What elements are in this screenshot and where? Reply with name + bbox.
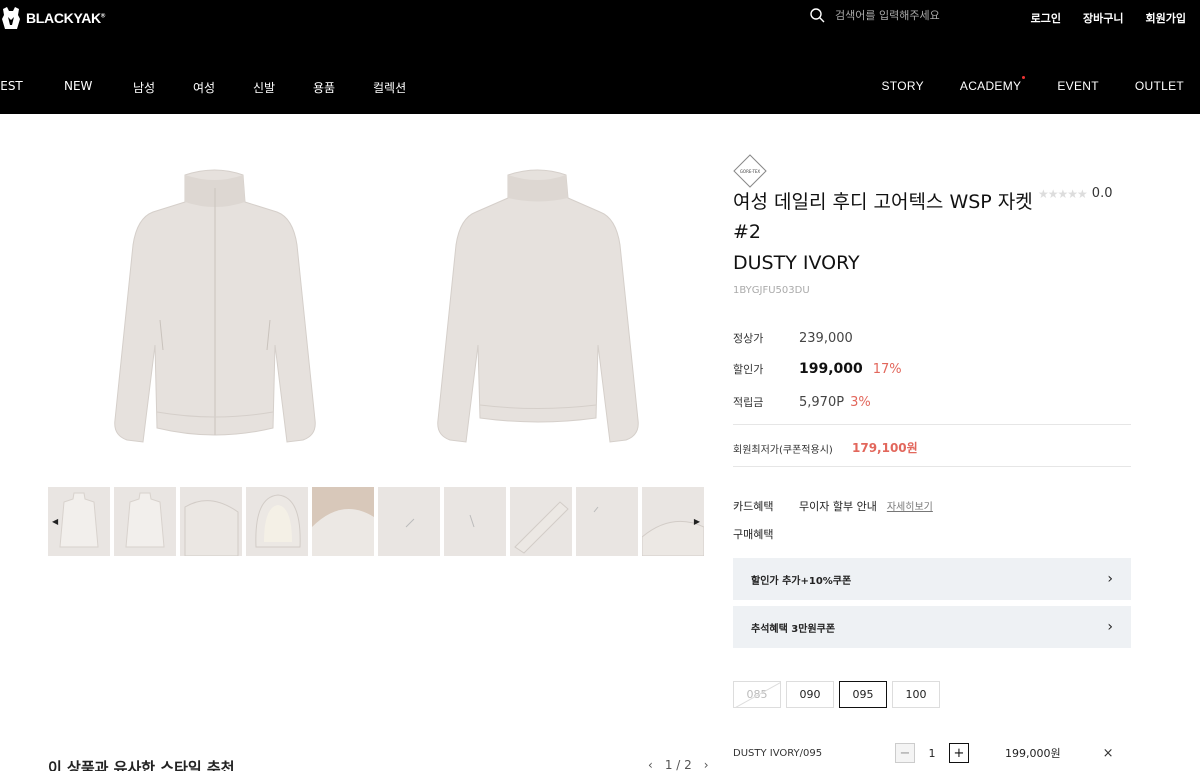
nav-outlet[interactable]: OUTLET [1135, 79, 1184, 93]
product-image-front[interactable] [65, 150, 385, 470]
pager-next-icon[interactable]: › [704, 758, 709, 771]
signup-link[interactable]: 회원가입 [1146, 10, 1186, 26]
thumbnail-3[interactable] [180, 487, 242, 556]
thumbnail-5[interactable] [312, 487, 374, 556]
point-row: 적립금 5,970P 3% [733, 394, 871, 410]
remove-option-icon[interactable]: × [1103, 746, 1114, 761]
nav-gear[interactable]: 용품 [313, 79, 373, 96]
thumbnail-strip: ◀ ▶ [48, 487, 704, 556]
thumbnail-1[interactable]: ◀ [48, 487, 110, 556]
product-code: 1BYGJFU503DU [733, 285, 810, 296]
coupon-item-2[interactable]: 추석혜택 3만원쿠폰 › [733, 606, 1131, 648]
pager-prev-icon[interactable]: ‹ [648, 758, 653, 771]
purchase-benefit-label: 구매혜택 [733, 528, 774, 541]
chevron-right-icon: › [1107, 571, 1113, 587]
search-input[interactable] [835, 9, 995, 22]
nav-shoes[interactable]: 신발 [253, 79, 313, 96]
card-benefit-text: 무이자 할부 안내 [799, 500, 877, 513]
size-option-100[interactable]: 100 [892, 681, 940, 708]
chevron-right-icon: › [1107, 619, 1113, 635]
yak-logo-icon [2, 7, 20, 29]
product-color: DUSTY IVORY [733, 252, 860, 274]
login-link[interactable]: 로그인 [1031, 10, 1061, 26]
selected-option-row: DUSTY IVORY/095 − 1 + 199,000원 × [733, 743, 1131, 763]
thumbnail-2[interactable] [114, 487, 176, 556]
card-benefit-detail-link[interactable]: 자세히보기 [887, 498, 933, 514]
rating-stars-icon: ★★★★★ [1038, 186, 1088, 201]
brand-logo-text: BLACKYAK® [26, 10, 105, 26]
main-nav: BEST NEW 남성 여성 신발 용품 컬렉션 [0, 79, 406, 96]
sale-price-row: 할인가 199,000 17% [733, 361, 902, 377]
goretex-badge-icon: GORE-TEX [733, 154, 767, 188]
thumbnail-8[interactable] [510, 487, 572, 556]
nav-collection[interactable]: 컬렉션 [373, 79, 406, 96]
quantity-value[interactable]: 1 [915, 747, 949, 760]
nav-new[interactable]: NEW [64, 79, 133, 96]
size-option-090[interactable]: 090 [786, 681, 834, 708]
sub-nav: STORY ACADEMY EVENT OUTLET [881, 76, 1184, 93]
nav-men[interactable]: 남성 [133, 79, 193, 96]
member-price: 179,100원 [852, 441, 918, 455]
card-benefit-row: 카드혜택 무이자 할부 안내 자세히보기 [733, 498, 933, 514]
search-bar[interactable] [810, 8, 995, 23]
card-benefit-label: 카드혜택 [733, 500, 774, 513]
nav-story[interactable]: STORY [881, 79, 923, 93]
quantity-minus-button[interactable]: − [895, 743, 915, 763]
size-option-095[interactable]: 095 [839, 681, 887, 708]
quantity-plus-button[interactable]: + [949, 743, 969, 763]
thumbnail-6[interactable] [378, 487, 440, 556]
sale-percent: 17% [872, 362, 902, 377]
thumbnail-10[interactable]: ▶ [642, 487, 704, 556]
selected-option-name: DUSTY IVORY/095 [733, 747, 823, 759]
regular-price-label: 정상가 [733, 332, 764, 345]
regular-price-row: 정상가 239,000 [733, 330, 853, 346]
nav-best[interactable]: BEST [0, 79, 64, 96]
pager-count: 1 / 2 [664, 758, 692, 771]
coupon-label: 추석혜택 3만원쿠폰 [751, 623, 836, 635]
product-rating[interactable]: ★★★★★ 0.0 [1038, 186, 1112, 201]
sale-price-label: 할인가 [733, 363, 764, 376]
point-percent: 3% [850, 395, 871, 410]
recommend-pager: ‹ 1 / 2 › [648, 758, 709, 771]
cart-link[interactable]: 장바구니 [1083, 10, 1123, 26]
product-title: 여성 데일리 후디 고어텍스 WSP 자켓#2 [733, 191, 1033, 243]
thumbnail-next-icon[interactable]: ▶ [694, 517, 700, 526]
member-price-label: 회원최저가(쿠폰적용시) [733, 445, 833, 456]
selected-option-price: 199,000원 [1005, 747, 1061, 760]
thumbnail-7[interactable] [444, 487, 506, 556]
site-header: BLACKYAK® 로그인 장바구니 회원가입 BEST NEW 남성 여성 신… [0, 0, 1200, 114]
price-divider [733, 424, 1131, 425]
member-divider [733, 466, 1131, 467]
regular-price: 239,000 [799, 331, 853, 346]
recommend-title: 이 상품과 유사한 스타일 추천 [48, 759, 235, 771]
point-label: 적립금 [733, 396, 764, 409]
sale-price: 199,000 [799, 361, 863, 377]
util-nav: 로그인 장바구니 회원가입 [1031, 10, 1186, 26]
nav-women[interactable]: 여성 [193, 79, 253, 96]
point-value: 5,970P [799, 395, 845, 410]
nav-academy[interactable]: ACADEMY [960, 76, 1026, 93]
thumbnail-9[interactable] [576, 487, 638, 556]
thumbnail-4[interactable] [246, 487, 308, 556]
search-icon[interactable] [810, 8, 825, 23]
coupon-item-1[interactable]: 할인가 추가+10%쿠폰 › [733, 558, 1131, 600]
rating-value: 0.0 [1091, 186, 1113, 201]
nav-event[interactable]: EVENT [1057, 79, 1099, 93]
quantity-stepper: − 1 + [895, 743, 969, 763]
product-image-back[interactable] [388, 150, 708, 470]
size-option-085[interactable]: 085 [733, 681, 781, 708]
coupon-label: 할인가 추가+10%쿠폰 [751, 575, 852, 587]
thumbnail-prev-icon[interactable]: ◀ [52, 517, 58, 526]
goretex-badge-text: GORE-TEX [740, 169, 761, 174]
brand-logo[interactable]: BLACKYAK® [0, 6, 105, 30]
size-options: 085 090 095 100 [733, 681, 940, 708]
